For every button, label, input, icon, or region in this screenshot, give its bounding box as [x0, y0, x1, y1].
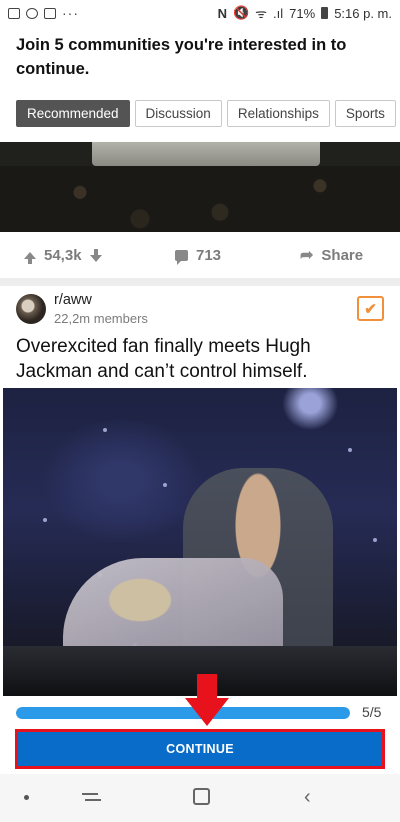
post-title[interactable]: Overexcited fan finally meets Hugh Jackm… [16, 334, 386, 384]
upvote-icon[interactable] [24, 251, 36, 264]
downvote-icon[interactable] [89, 248, 102, 262]
community-name[interactable]: r/aww [54, 292, 92, 308]
continue-button[interactable]: CONTINUE [18, 732, 382, 766]
stage-light [373, 538, 377, 542]
previous-post-image[interactable] [0, 142, 400, 232]
check-icon: ✔ [364, 300, 377, 318]
community-avatar [16, 294, 46, 324]
whatsapp-icon [26, 7, 38, 19]
continue-highlight: CONTINUE [15, 729, 385, 769]
category-tabs: Recommended Discussion Relationships Spo… [16, 100, 396, 127]
vote-controls: 54,3k [24, 247, 102, 264]
post-video[interactable] [3, 388, 397, 696]
rock-shape [92, 142, 320, 166]
battery-percentage: 71% [289, 5, 316, 21]
back-icon[interactable]: ‹ [304, 786, 311, 809]
battery-icon [321, 7, 329, 19]
comment-icon [175, 249, 188, 265]
recent-apps-icon[interactable] [82, 789, 101, 806]
tab-discussion[interactable]: Discussion [134, 100, 222, 127]
tab-recommended[interactable]: Recommended [16, 100, 130, 127]
comments-button[interactable]: 713 [175, 246, 222, 265]
nav-dot-icon[interactable] [24, 795, 29, 800]
community-members: 22,2m members [54, 311, 148, 326]
home-icon[interactable] [193, 788, 210, 805]
gallery-icon [8, 7, 20, 19]
share-icon: ➦ [300, 247, 314, 264]
more-notifications-icon: ··· [62, 5, 79, 21]
nfc-icon: N [217, 5, 227, 21]
tab-relationships[interactable]: Relationships [226, 100, 330, 127]
wifi-icon: ᯤ [255, 6, 268, 21]
gmail-icon [44, 7, 56, 19]
divider [0, 278, 400, 286]
share-button[interactable]: ➦ Share [300, 245, 363, 265]
leaves-shape [0, 166, 400, 232]
progress-label: 5/5 [362, 704, 382, 720]
stage-light [163, 483, 167, 487]
status-bar: ··· N 🔇 ᯤ .ıl 71% 5:16 p. m. [0, 0, 400, 26]
join-checkbox[interactable]: ✔ [357, 296, 384, 321]
progress-bar [16, 707, 350, 719]
community-header: r/aww 22,2m members ✔ [16, 292, 384, 330]
upvote-count: 54,3k [44, 246, 82, 264]
stage-light [348, 448, 352, 452]
stage-light [43, 518, 47, 522]
share-label: Share [321, 246, 364, 264]
stage-light [103, 428, 107, 432]
annotation-arrow-icon [185, 674, 229, 730]
clock: 5:16 p. m. [334, 5, 392, 21]
post-action-bar: 54,3k 713 ➦ Share [0, 238, 400, 272]
page-title: Join 5 communities you're interested in … [16, 36, 347, 78]
signal-icon: .ıl [273, 5, 284, 21]
tab-sports[interactable]: Sports [334, 100, 396, 127]
comment-count: 713 [196, 246, 222, 264]
mute-icon: 🔇 [232, 5, 250, 20]
system-nav-bar: ‹ [0, 774, 400, 822]
progress-fill [16, 707, 350, 719]
